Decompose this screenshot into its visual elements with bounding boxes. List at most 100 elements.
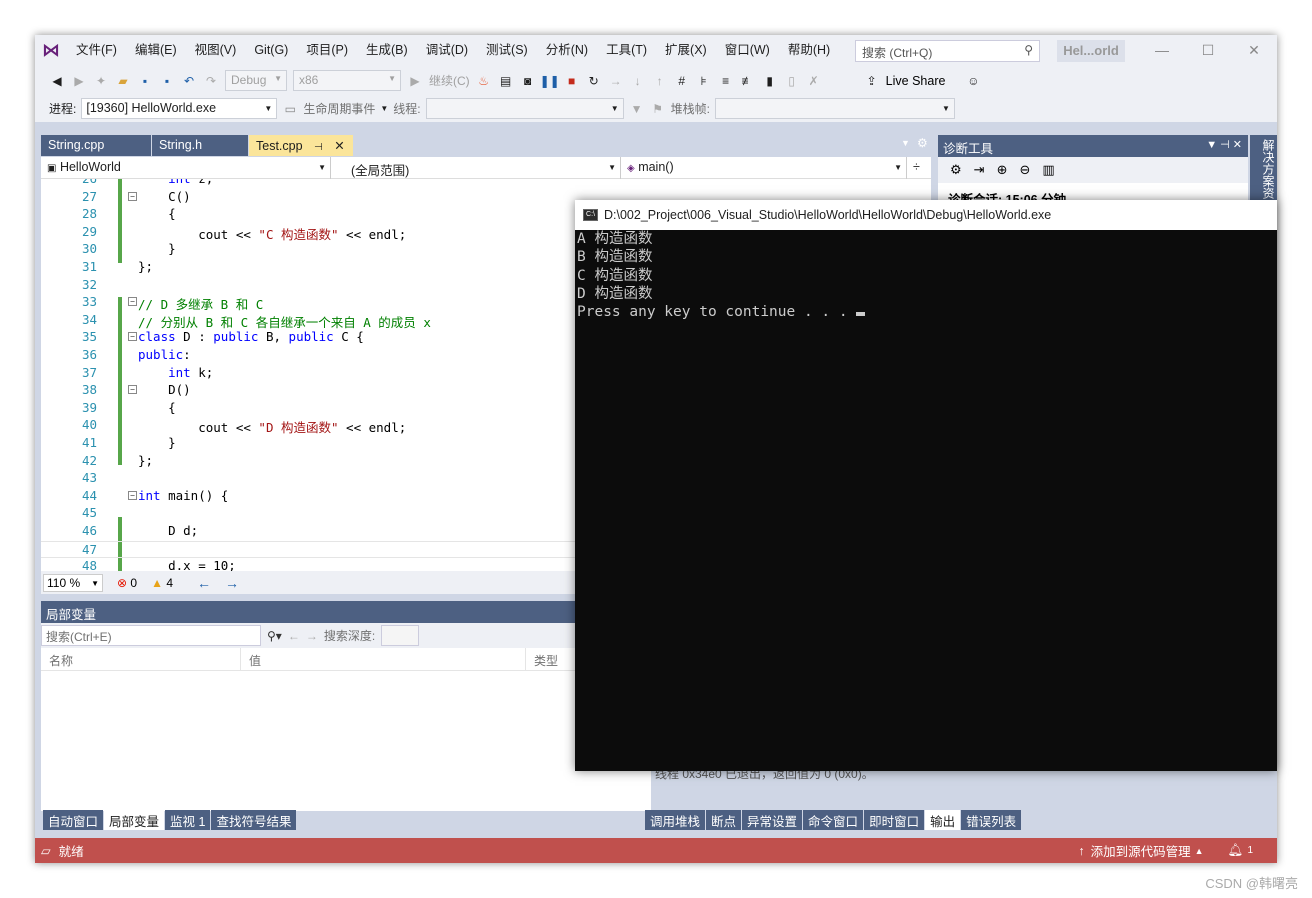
menu-help[interactable]: 帮助(H) [779,35,839,66]
settings-icon[interactable]: ⚙ [950,162,962,178]
project-select[interactable]: ▣ HelloWorld ▼ [41,157,331,179]
lifecycle-icon[interactable]: ▭ [282,101,298,117]
menu-edit[interactable]: 编辑(E) [126,35,186,66]
source-control-button[interactable]: 添加到源代码管理 [1091,841,1191,860]
tab-test-cpp[interactable]: Test.cpp ⊣ ✕ [249,135,353,156]
menu-tools[interactable]: 工具(T) [597,35,656,66]
search-input[interactable]: 搜索 (Ctrl+Q) ⚲ [855,40,1040,62]
pin-icon[interactable]: ⊣ [314,142,323,153]
tab-error-list[interactable]: 错误列表 [961,810,1022,830]
menu-extensions[interactable]: 扩展(X) [656,35,716,66]
open-folder-icon[interactable]: ▰ [115,73,131,89]
tab-string-h[interactable]: String.h [152,135,248,156]
arrow-right-icon[interactable]: → [225,575,239,591]
clear-bookmark-icon[interactable]: ✗ [806,73,822,89]
close-tab-icon[interactable]: ✕ [334,139,344,153]
member-select[interactable]: ◈ main() ▼ [621,157,907,179]
zoom-in-icon[interactable]: ⊕ [997,162,1008,178]
fold-icon[interactable]: − [128,191,137,201]
process-select[interactable]: [19360] HelloWorld.exe ▼ [81,98,278,119]
chart-icon[interactable]: ▥ [1042,162,1054,178]
threads-icon[interactable]: ⊧ [696,73,712,89]
save-icon[interactable]: ▪ [137,73,153,89]
undo-icon[interactable]: ↶ [181,73,197,89]
comment-icon[interactable]: ≡ [718,73,734,89]
tab-overflow-icon[interactable]: ▼ [901,138,910,148]
continue-button[interactable]: 继续(C) [429,72,470,89]
hex-icon[interactable]: # [674,73,690,89]
menu-project[interactable]: 项目(P) [297,35,357,66]
fold-icon[interactable]: − [128,297,137,307]
continue-icon[interactable]: ▶ [407,73,423,89]
arrow-left-icon[interactable]: ← [197,575,211,591]
tab-string-cpp[interactable]: String.cpp [41,135,151,156]
thread-select[interactable]: ▼ [425,98,624,119]
console-window[interactable]: C:\ D:\002_Project\006_Visual_Studio\Hel… [575,200,1277,771]
maximize-button[interactable]: ☐ [1185,35,1231,66]
pause-icon[interactable]: ❚❚ [540,73,560,89]
menu-view[interactable]: 视图(V) [186,35,246,66]
stack-frame-select[interactable]: ▼ [714,98,955,119]
menu-test[interactable]: 测试(S) [477,35,537,66]
gear-icon[interactable]: ⚙ [917,136,928,150]
hot-reload-icon[interactable]: ♨ [476,73,492,89]
stop-icon[interactable]: ■ [564,73,580,89]
new-project-icon[interactable]: ✦ [93,73,109,89]
forward-icon[interactable]: ▶ [71,73,87,89]
search-depth-select[interactable] [381,625,420,646]
bookmark-icon[interactable]: ▮ [762,73,778,89]
tab-find-symbol-results[interactable]: 查找符号结果 [211,810,297,830]
uncomment-icon[interactable]: ≢ [740,73,756,89]
menu-file[interactable]: 文件(F) [67,35,126,66]
tab-watch-1[interactable]: 监视 1 [165,810,211,830]
export-icon[interactable]: ⇥ [974,162,985,178]
fold-icon[interactable]: − [128,385,137,395]
notification-bell-icon[interactable]: 🔔︎ [1228,843,1244,858]
close-button[interactable]: ✕ [1231,35,1277,66]
step-out-icon[interactable]: ↑ [652,73,668,89]
filter-icon[interactable]: ▼ [629,101,645,117]
fold-icon[interactable]: − [128,490,137,500]
minimize-button[interactable]: — [1139,35,1185,66]
tab-output[interactable]: 输出 [925,810,961,830]
configuration-select[interactable]: Debug ▼ [225,70,287,91]
restart-icon[interactable]: ↻ [586,73,602,89]
error-indicator[interactable]: ⊗ 0 [117,576,137,590]
step-into-icon[interactable]: ↓ [630,73,646,89]
fold-icon[interactable]: − [128,332,137,342]
live-share-icon[interactable]: ⇪ [864,73,880,89]
column-value[interactable]: 值 [241,648,526,670]
tab-breakpoints[interactable]: 断点 [706,810,742,830]
platform-select[interactable]: x86 ▼ [293,70,401,91]
tab-exception-settings[interactable]: 异常设置 [742,810,803,830]
locals-search-input[interactable]: 搜索(Ctrl+E) [41,625,261,646]
back-icon[interactable]: ◀ [49,73,65,89]
live-share-button[interactable]: Live Share [886,74,946,88]
search-icon[interactable]: ⚲▾ [267,629,282,643]
column-name[interactable]: 名称 [41,648,241,670]
screenshot-icon[interactable]: ◙ [520,73,536,89]
zoom-select[interactable]: 110 % ▼ [43,573,103,592]
menu-build[interactable]: 生成(B) [357,35,417,66]
zoom-out-icon[interactable]: ⊖ [1019,162,1030,178]
forward-icon[interactable]: → [306,629,318,643]
tab-locals[interactable]: 局部变量 [104,810,165,830]
split-icon[interactable]: ÷ [907,157,931,179]
next-bookmark-icon[interactable]: ▯ [784,73,800,89]
menu-git[interactable]: Git(G) [245,35,297,66]
feedback-icon[interactable]: ☺ [965,73,981,89]
flag-icon[interactable]: ⚑ [650,101,666,117]
redo-icon[interactable]: ↷ [203,73,219,89]
menu-debug[interactable]: 调试(D) [417,35,477,66]
save-all-icon[interactable]: ▪ [159,73,175,89]
lifecycle-events-button[interactable]: 生命周期事件 [303,100,375,117]
warning-indicator[interactable]: ▲ 4 [151,576,173,590]
tab-autos[interactable]: 自动窗口 [43,810,104,830]
back-icon[interactable]: ← [288,629,300,643]
menu-window[interactable]: 窗口(W) [716,35,779,66]
tab-call-stack[interactable]: 调用堆栈 [645,810,706,830]
menu-analyze[interactable]: 分析(N) [537,35,597,66]
scope-select[interactable]: (全局范围) ▼ [331,157,621,179]
panel-controls[interactable]: ▼ ⊣ ✕ [1206,138,1242,151]
step-over-icon[interactable]: → [608,73,624,89]
